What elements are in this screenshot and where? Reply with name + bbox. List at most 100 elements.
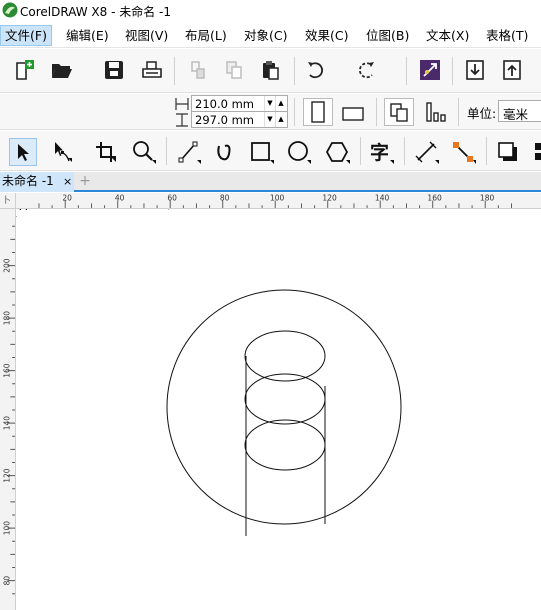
export-icon: [503, 60, 521, 80]
open-folder-icon: [52, 64, 72, 78]
pick-tool-button[interactable]: [9, 138, 37, 166]
redo-button[interactable]: [354, 57, 380, 83]
ellipse-tool-icon: [288, 141, 311, 164]
all-pages-button[interactable]: [384, 98, 414, 126]
text-tool-icon: 字: [370, 141, 394, 164]
outer-circle[interactable]: [166, 289, 402, 525]
height-icon: [176, 113, 188, 127]
width-icon: [175, 98, 189, 110]
zoom-tool-icon: [133, 141, 156, 164]
standard-toolbar: ▼: [0, 49, 541, 124]
document-tab-label: 未命名 -1: [2, 174, 54, 188]
connector-tool-button[interactable]: [451, 139, 477, 165]
document-tabs: 未命名 -1 × +: [0, 172, 541, 192]
page-width-field[interactable]: 210.0 mm ▼ ▲: [191, 95, 288, 112]
drop-shadow-button[interactable]: [496, 139, 522, 165]
save-button[interactable]: [101, 57, 127, 83]
parallel-dimension-icon: [415, 141, 439, 164]
shape-tool-button[interactable]: [49, 139, 75, 165]
menu-view[interactable]: 视图(V): [121, 25, 172, 46]
bottom-ellipse[interactable]: [244, 419, 326, 471]
ruler-origin-icon: 卜: [2, 196, 12, 206]
portrait-button[interactable]: [303, 98, 333, 126]
menu-bar: 文件(F) 编辑(E) 视图(V) 布局(L) 对象(C) 效果(C) 位图(B…: [0, 22, 541, 48]
ellipse-tool-button[interactable]: [286, 139, 312, 165]
new-document-icon: [16, 60, 34, 80]
polygon-tool-button[interactable]: [325, 139, 351, 165]
print-button[interactable]: [139, 57, 165, 83]
crop-tool-button[interactable]: [93, 139, 119, 165]
ruler-label: 160: [427, 194, 442, 203]
property-bar: A4 ▼ 210.0 mm ▼ ▲ 297.0 mm ▼ ▲: [0, 94, 541, 217]
copy-button[interactable]: [221, 57, 247, 83]
menu-edit[interactable]: 编辑(E): [62, 25, 113, 46]
undo-button[interactable]: [302, 57, 328, 83]
toolbar-separator: [174, 57, 175, 85]
paste-button[interactable]: [257, 57, 283, 83]
unit-value: 毫米: [503, 107, 529, 122]
portrait-icon: [311, 101, 325, 123]
landscape-button[interactable]: [340, 100, 366, 126]
cut-icon: [191, 61, 205, 79]
menu-bitmaps[interactable]: 位图(B): [362, 25, 413, 46]
search-content-icon: [420, 60, 440, 80]
shape-tool-icon: [55, 142, 72, 162]
menu-layout[interactable]: 布局(L): [181, 25, 231, 46]
all-pages-icon: [390, 103, 408, 122]
open-button[interactable]: [49, 57, 75, 83]
drop-shadow-icon: [498, 142, 517, 161]
new-document-button[interactable]: [11, 57, 37, 83]
menu-effects[interactable]: 效果(C): [301, 25, 352, 46]
ruler-label: 200: [2, 258, 11, 273]
page-height-field[interactable]: 297.0 mm ▼ ▲: [191, 111, 288, 128]
height-decrease-button[interactable]: ▼: [264, 112, 275, 127]
export-button[interactable]: [499, 57, 525, 83]
add-document-button[interactable]: +: [78, 172, 92, 191]
paste-icon: [263, 61, 279, 80]
width-increase-button[interactable]: ▲: [275, 96, 286, 111]
unit-select[interactable]: 毫米: [498, 100, 541, 122]
print-icon: [142, 61, 162, 78]
more-tools-button[interactable]: [532, 139, 541, 165]
save-icon: [105, 61, 123, 79]
toolbox: 字: [0, 131, 541, 171]
menu-object[interactable]: 对象(C): [240, 25, 291, 46]
search-content-button[interactable]: [417, 57, 443, 83]
current-page-button[interactable]: [423, 99, 449, 125]
height-increase-button[interactable]: ▲: [275, 112, 286, 127]
parallel-dimension-button[interactable]: [414, 139, 440, 165]
ruler-corner[interactable]: 卜: [0, 193, 16, 209]
menu-table[interactable]: 表格(T): [482, 25, 532, 46]
freehand-tool-button[interactable]: [176, 139, 202, 165]
ruler-label: 140: [2, 416, 11, 431]
redo-icon: [358, 62, 374, 79]
toolbar-separator: [360, 137, 361, 165]
landscape-icon: [342, 107, 364, 121]
vertical-ruler[interactable]: 200 180 160 140 120 100 80: [0, 209, 16, 610]
zoom-tool-button[interactable]: [131, 139, 157, 165]
artistic-media-button[interactable]: [212, 139, 238, 165]
close-icon[interactable]: ×: [63, 172, 72, 191]
ruler-label: 80: [220, 194, 230, 203]
crop-tool-icon: [96, 142, 116, 162]
undo-icon: [308, 62, 324, 79]
rectangle-tool-icon: [251, 142, 274, 164]
toolbar-separator: [406, 57, 407, 85]
ruler-label: 120: [2, 468, 11, 483]
toolbar-separator: [294, 98, 295, 126]
toolbar-separator: [166, 137, 167, 165]
ruler-label: 60: [167, 194, 177, 203]
import-button[interactable]: [462, 57, 488, 83]
rectangle-tool-button[interactable]: [249, 139, 275, 165]
menu-file[interactable]: 文件(F): [0, 25, 52, 46]
cut-button[interactable]: [185, 57, 211, 83]
svg-text:字: 字: [370, 141, 389, 164]
toolbar-separator: [404, 137, 405, 165]
horizontal-ruler[interactable]: 20 40 60 80 100 120 140 160 180: [16, 193, 541, 209]
text-tool-button[interactable]: 字: [369, 139, 395, 165]
menu-text[interactable]: 文本(X): [422, 25, 473, 46]
width-decrease-button[interactable]: ▼: [264, 96, 275, 111]
more-tools-icon: [535, 143, 541, 160]
drawing-canvas[interactable]: [17, 210, 541, 610]
window-title: CorelDRAW X8 - 未命名 -1: [20, 5, 172, 19]
